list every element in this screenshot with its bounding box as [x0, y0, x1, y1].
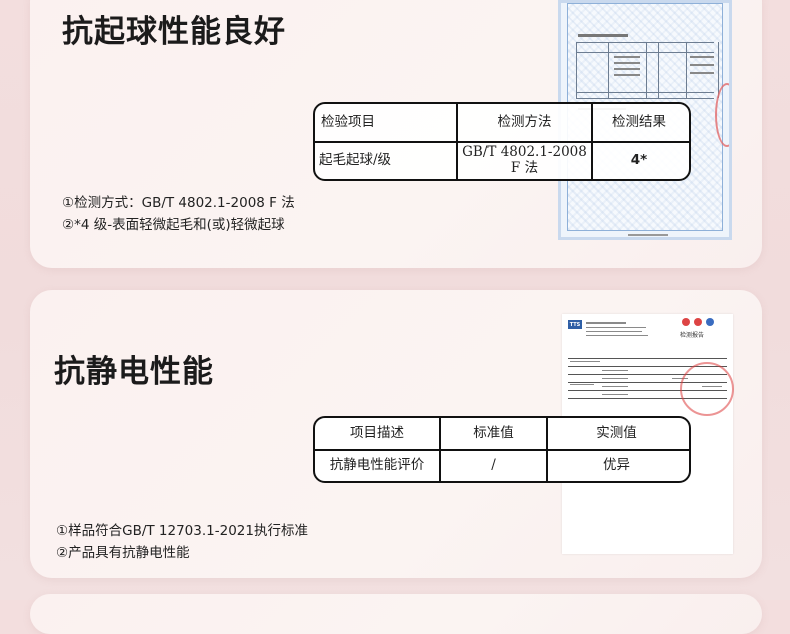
report-text-line	[690, 56, 714, 58]
certification-mark	[682, 318, 690, 326]
report-text-line	[614, 62, 640, 64]
report-table-line	[576, 52, 714, 53]
red-stamp-mark	[680, 362, 734, 416]
report-text-line	[614, 56, 640, 58]
report-table-line	[568, 358, 727, 359]
table-cell-item: 起毛起球/级	[319, 151, 392, 168]
table-header-cell: 实测值	[596, 425, 637, 442]
red-stamp-mark	[715, 83, 729, 147]
grade-description-note: ②*4 级-表面轻微起毛和(或)轻微起球	[62, 217, 285, 233]
report-table-line	[658, 42, 659, 98]
table-header-cell: 检测方法	[497, 114, 552, 131]
report-text-line	[602, 394, 628, 395]
next-section-card	[30, 594, 762, 634]
report-table-line	[646, 42, 647, 98]
tts-logo: TTS	[568, 320, 582, 329]
report-text-line	[586, 327, 646, 328]
report-text-line	[586, 322, 626, 324]
report-text-line	[690, 72, 714, 74]
report-text-line	[570, 361, 600, 362]
table-header-cell: 项目描述	[350, 425, 404, 442]
table-cell-result: 4*	[630, 151, 648, 168]
report-text-line	[602, 386, 628, 387]
report-text-line	[602, 370, 628, 371]
section-title: 抗起球性能良好	[62, 14, 286, 50]
certification-mark	[706, 318, 714, 326]
report-table-line	[686, 42, 687, 98]
method-line: F 法	[510, 160, 539, 176]
report-text-line	[586, 335, 648, 336]
report-text-line	[586, 331, 642, 332]
test-method-note: ①检测方式：GB/T 4802.1-2008 F 法	[62, 195, 295, 211]
method-line: GB/T 4802.1-2008	[462, 143, 587, 160]
table-header-cell: 标准值	[473, 425, 514, 442]
pilling-result-table: 检验项目 检测方法 检测结果 起毛起球/级 GB/T 4802.1-2008 F…	[313, 102, 691, 181]
report-text-line	[628, 234, 668, 236]
antistatic-result-table: 项目描述 标准值 实测值 抗静电性能评价 / 优异	[313, 416, 691, 483]
report-text-line	[602, 378, 628, 379]
report-text-line	[690, 64, 714, 66]
certification-mark	[694, 318, 702, 326]
report-text-line	[614, 74, 640, 76]
table-cell-measured: 优异	[603, 456, 630, 473]
report-table-line	[576, 42, 714, 43]
table-cell-item: 抗静电性能评价	[329, 456, 425, 473]
report-table-line	[608, 42, 609, 98]
report-heading: 检测报告	[680, 332, 705, 339]
report-table-line	[576, 42, 577, 98]
antistatic-property-note: ②产品具有抗静电性能	[56, 545, 190, 561]
report-text-line	[614, 68, 640, 70]
standard-compliance-note: ①样品符合GB/T 12703.1-2021执行标准	[56, 523, 308, 539]
report-table-line	[576, 92, 714, 93]
section-title: 抗静电性能	[54, 354, 214, 390]
report-table-line	[576, 98, 714, 99]
table-header-cell: 检验项目	[321, 114, 375, 131]
table-header-cell: 检测结果	[612, 114, 666, 131]
report-heading-line	[578, 34, 628, 37]
table-cell-method: GB/T 4802.1-2008 F 法	[458, 143, 591, 177]
table-cell-standard: /	[491, 456, 496, 473]
report-text-line	[570, 384, 594, 385]
